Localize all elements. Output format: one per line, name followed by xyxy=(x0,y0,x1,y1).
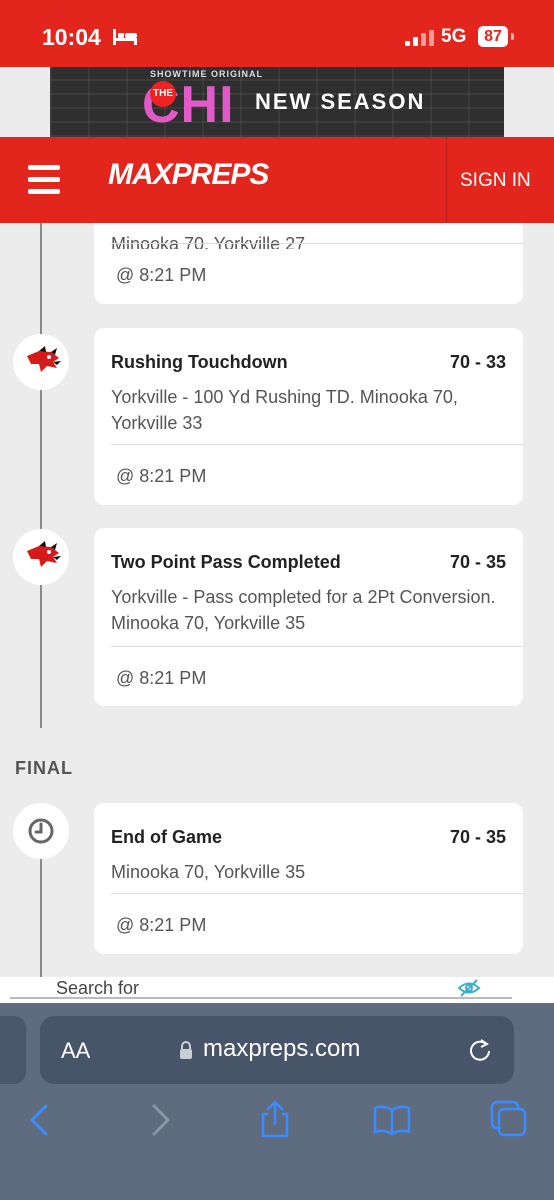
event-description: Minooka 70, Yorkville 35 xyxy=(111,862,306,882)
tabs-icon[interactable] xyxy=(490,1100,530,1140)
ad-the-badge: THE xyxy=(150,81,176,107)
menu-icon[interactable] xyxy=(28,165,60,195)
back-icon[interactable] xyxy=(20,1100,60,1140)
clock-icon xyxy=(13,803,69,859)
lock-icon xyxy=(180,1041,192,1059)
event-description: Yorkville - 100 Yd Rushing TD. Minooka 7… xyxy=(111,387,458,433)
cellular-signal-icon xyxy=(405,30,434,46)
event-card[interactable]: Two Point Pass Completed 70 - 35 Yorkvil… xyxy=(94,528,523,706)
event-score: 70 - 35 xyxy=(449,552,506,572)
team-logo-icon xyxy=(13,529,69,585)
event-card[interactable]: Minooka 70, Yorkville 27 @ 8:21 PM xyxy=(94,223,523,304)
url-text[interactable]: maxpreps.com xyxy=(203,1035,360,1063)
section-heading-final: FINAL xyxy=(15,758,73,778)
previous-tab-peek[interactable] xyxy=(0,1016,26,1084)
ad-tagline: NEW SEASON xyxy=(255,89,426,114)
event-time: @ 8:21 PM xyxy=(116,915,207,935)
sleep-focus-icon xyxy=(113,29,137,45)
search-for-label[interactable]: Search for xyxy=(56,978,139,999)
card-divider xyxy=(111,444,523,445)
timeline-line xyxy=(40,223,42,728)
bookmarks-icon[interactable] xyxy=(372,1100,412,1140)
battery-level: 87 xyxy=(478,26,508,47)
network-type: 5G xyxy=(441,26,467,47)
hide-eye-icon[interactable] xyxy=(457,978,481,998)
sign-in-link[interactable]: SIGN IN xyxy=(460,170,531,192)
event-card[interactable]: Rushing Touchdown 70 - 33 Yorkville - 10… xyxy=(94,328,523,505)
search-underline xyxy=(10,997,512,999)
event-title: Two Point Pass Completed xyxy=(111,552,341,572)
share-icon[interactable] xyxy=(255,1100,295,1140)
header-divider xyxy=(446,137,447,223)
event-time: @ 8:21 PM xyxy=(116,668,207,688)
event-time: @ 8:21 PM xyxy=(116,466,207,486)
event-title: Rushing Touchdown xyxy=(111,352,288,372)
card-divider xyxy=(111,646,523,647)
event-card[interactable]: End of Game 70 - 35 Minooka 70, Yorkvill… xyxy=(94,803,523,954)
status-bar: 10:04 5G 87 xyxy=(0,0,554,67)
event-description: Minooka 70, Yorkville 27 xyxy=(111,234,306,249)
play-by-play-feed: Minooka 70, Yorkville 27 @ 8:21 PM Rushi… xyxy=(0,223,554,1003)
event-time: @ 8:21 PM xyxy=(116,265,207,285)
team-logo-icon xyxy=(13,334,69,390)
ad-banner[interactable]: SHOWTIME ORIGINAL CHI THE NEW SEASON xyxy=(50,67,504,137)
card-divider xyxy=(111,243,523,244)
card-divider xyxy=(111,893,523,894)
event-score: 70 - 33 xyxy=(449,352,506,372)
clock: 10:04 xyxy=(42,24,101,50)
event-score: 70 - 35 xyxy=(449,827,506,847)
maxpreps-logo[interactable]: MAXPREPS xyxy=(108,158,269,192)
event-description: Yorkville - Pass completed for a 2Pt Con… xyxy=(111,587,496,633)
forward-icon[interactable] xyxy=(140,1100,180,1140)
battery-icon xyxy=(511,33,514,40)
event-title: End of Game xyxy=(111,827,223,847)
text-size-button[interactable]: AA xyxy=(61,1038,90,1064)
reload-icon[interactable] xyxy=(466,1036,494,1064)
